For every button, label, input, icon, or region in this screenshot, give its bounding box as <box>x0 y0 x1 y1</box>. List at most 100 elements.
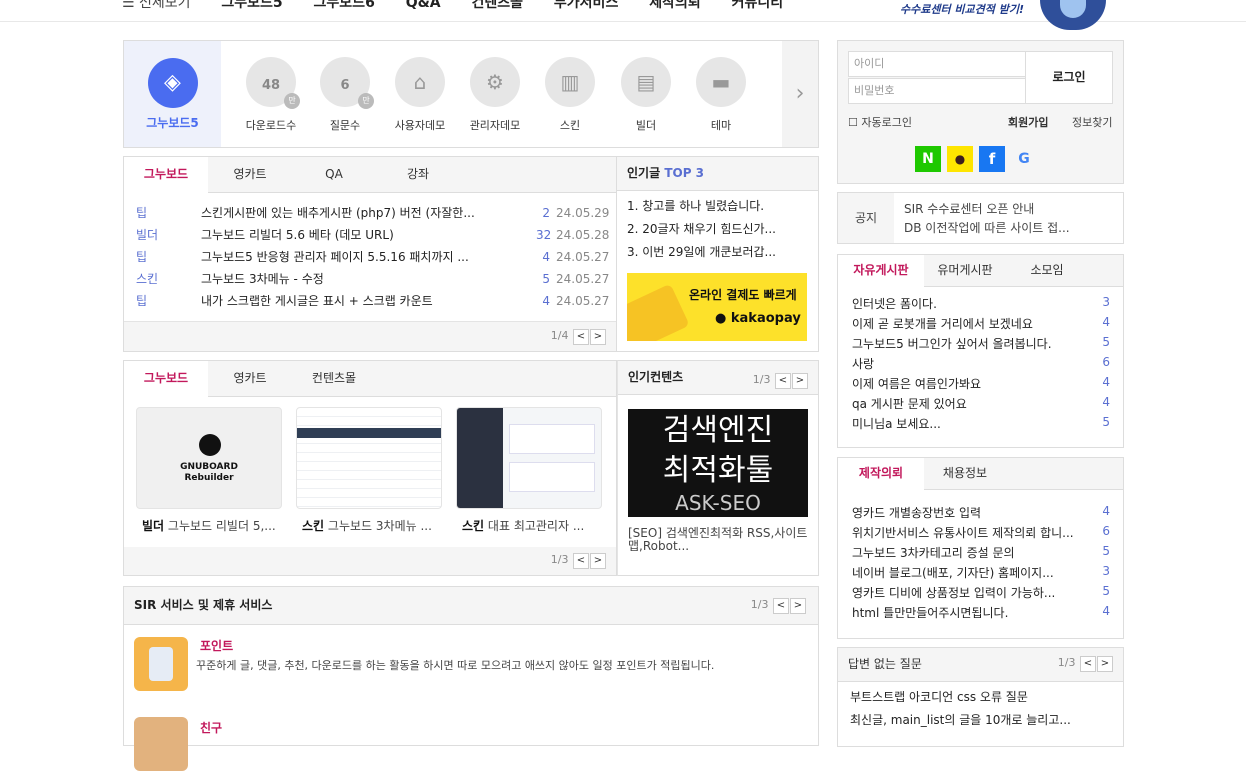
list-count: 5 <box>1102 335 1110 349</box>
nav-item-request[interactable]: 제작의뢰 <box>649 0 701 11</box>
password-input[interactable]: 비밀번호 <box>848 78 1026 104</box>
list-item[interactable]: 미니님a 보세요... <box>852 415 941 432</box>
popular-item[interactable]: 2. 20글자 채우기 힘드신가... <box>627 220 776 237</box>
tab-jobs[interactable]: 채용정보 <box>924 458 1006 490</box>
quick-item-builder[interactable]: ▤ 빌더 <box>613 57 679 133</box>
tab-gnuboard[interactable]: 그누보드 <box>124 361 208 398</box>
pagination: 1/3 < > <box>551 553 606 569</box>
list-item[interactable]: 인터넷은 폼이다. <box>852 295 937 312</box>
prev-page-button[interactable]: < <box>573 553 589 569</box>
list-item[interactable]: 이제 여름은 여름인가봐요 <box>852 375 981 392</box>
next-page-button[interactable]: > <box>792 373 808 389</box>
list-item[interactable]: qa 게시판 문제 있어요 <box>852 395 967 412</box>
next-page-button[interactable]: > <box>590 329 606 345</box>
layers-icon: ◈ <box>147 58 198 108</box>
tab-contents-mall[interactable]: 컨텐츠몰 <box>292 361 376 397</box>
popular-item[interactable]: 3. 이번 29일에 개쿤보러갑... <box>627 243 776 260</box>
gnuboard5-logo[interactable]: ◈ 그누보드5 <box>124 41 221 147</box>
prev-page-button[interactable]: < <box>775 373 791 389</box>
list-item[interactable]: 부트스트랩 아코디언 css 오류 질문 <box>850 688 1028 705</box>
list-item[interactable]: 위치기반서비스 유통사이트 제작의뢰 합니... <box>852 524 1074 541</box>
table-row[interactable]: 팁 스킨게시판에 있는 배추게시판 (php7) 버전 (자잘한... 2 24.05… <box>136 203 609 223</box>
list-item[interactable]: 이제 곧 로봇개를 거리에서 보겠네요 <box>852 315 1033 332</box>
downloads-label: 다운로드수 <box>245 119 297 132</box>
join-link[interactable]: 회원가입 <box>1008 114 1048 130</box>
quick-item-questions[interactable]: 6만 질문수 <box>312 57 378 133</box>
quick-item-theme[interactable]: ▬ 테마 <box>688 57 754 133</box>
chevron-right-icon[interactable]: › <box>782 41 818 147</box>
notice-item[interactable]: DB 이전작업에 따른 사이트 접... <box>904 219 1070 236</box>
popular-header: 인기글 TOP 3 <box>617 157 818 191</box>
quick-item-admin-demo[interactable]: ⚙ 관리자데모 <box>462 57 528 133</box>
tab-qa[interactable]: QA <box>292 157 376 193</box>
notice-item[interactable]: SIR 수수료센터 오픈 안내 <box>904 200 1034 217</box>
gallery-caption[interactable]: 스킨 대표 최고관리자 ... <box>462 517 584 534</box>
nav-item-gnuboard5[interactable]: 그누보드5 <box>221 0 282 11</box>
tab-humor-board[interactable]: 유머게시판 <box>924 255 1006 287</box>
tab-small-group[interactable]: 소모임 <box>1006 255 1088 287</box>
gallery-caption[interactable]: 빌더 그누보드 리빌더 5,... <box>142 517 276 534</box>
popular-item[interactable]: 1. 창고를 하나 빌렸습니다. <box>627 197 764 214</box>
list-item[interactable]: 그누보드 3차카테고리 증설 문의 <box>852 544 1015 561</box>
id-input[interactable]: 아이디 <box>848 51 1026 77</box>
list-item[interactable]: html 틀만만들어주시면됩니다. <box>852 604 1008 621</box>
tab-lecture[interactable]: 강좌 <box>376 157 460 193</box>
seo-image-line1: 검색엔진 <box>662 413 774 448</box>
quick-item-skin[interactable]: ▥ 스킨 <box>537 57 603 133</box>
nav-item-addon-service[interactable]: 부가서비스 <box>554 0 618 11</box>
google-login-icon[interactable]: G <box>1011 146 1037 172</box>
next-page-button[interactable]: > <box>790 598 806 614</box>
seo-caption[interactable]: [SEO] 검색엔진최적화 RSS,사이트맵,Robot... <box>628 527 812 553</box>
kakaopay-banner[interactable]: 온라인 결제도 빠르게 ● kakaopay <box>627 273 807 341</box>
gallery-thumb[interactable] <box>296 407 442 509</box>
tab-youngcart[interactable]: 영카트 <box>208 361 292 397</box>
list-item[interactable]: 영카트 디비에 상품정보 입력이 가능하... <box>852 584 1055 601</box>
list-item[interactable]: 영카드 개별송장번호 입력 <box>852 504 981 521</box>
next-page-button[interactable]: > <box>590 553 606 569</box>
all-menu-button[interactable]: ☰ 전체보기 <box>122 0 191 11</box>
list-item[interactable]: 그누보드5 버그인가 싶어서 올려봅니다. <box>852 335 1052 352</box>
prev-page-button[interactable]: < <box>1080 656 1096 672</box>
find-info-link[interactable]: 정보찾기 <box>1072 114 1112 130</box>
login-button[interactable]: 로그인 <box>1025 51 1113 104</box>
gallery-thumb[interactable]: GNUBOARD Rebuilder <box>136 407 282 509</box>
service-name[interactable]: 친구 <box>200 719 222 736</box>
quick-item-user-demo[interactable]: ⌂ 사용자데모 <box>387 57 453 133</box>
list-item[interactable]: 사랑 <box>852 355 874 372</box>
list-count: 5 <box>1102 544 1110 558</box>
auto-login-checkbox[interactable]: ☐ 자동로그인 <box>848 114 912 130</box>
tab-request[interactable]: 제작의뢰 <box>838 458 924 491</box>
nav-item-contents-mall[interactable]: 컨텐츠몰 <box>472 0 524 11</box>
table-row[interactable]: 스킨 그누보드 3차메뉴 - 수정 5 24.05.27 <box>136 269 609 289</box>
tab-youngcart[interactable]: 영카트 <box>208 157 292 193</box>
tab-gnuboard[interactable]: 그누보드 <box>124 157 208 194</box>
quick-item-downloads[interactable]: 48 만 다운로드수 <box>238 57 304 133</box>
gallery-thumb[interactable] <box>456 407 602 509</box>
gallery-caption[interactable]: 스킨 그누보드 3차메뉴 ... <box>302 517 432 534</box>
list-item[interactable]: 네이버 블로그(배포, 기자단) 홈페이지... <box>852 564 1054 581</box>
table-row[interactable]: 팁 내가 스크랩한 게시글은 표시 + 스크랩 카운트 4 24.05.27 <box>136 291 609 311</box>
service-name[interactable]: 포인트 <box>200 637 233 654</box>
table-row[interactable]: 팁 그누보드5 반응형 관리자 페이지 5.5.16 패치까지 ... 4 24.05… <box>136 247 609 267</box>
nav-item-qa[interactable]: Q&A <box>406 0 441 11</box>
facebook-login-icon[interactable]: f <box>979 146 1005 172</box>
row-count: 5 <box>542 272 550 286</box>
naver-login-icon[interactable]: N <box>915 146 941 172</box>
tab-free-board[interactable]: 자유게시판 <box>838 255 924 288</box>
rebuilder-logo-text: Rebuilder <box>184 473 234 483</box>
unanswered-title: 답변 없는 질문 <box>848 657 922 671</box>
table-row[interactable]: 빌더 그누보드 리빌더 5.6 베타 (데모 URL) 32 24.05.28 <box>136 225 609 245</box>
next-page-button[interactable]: > <box>1097 656 1113 672</box>
promo-text[interactable]: 수수료센터 비교견적 받기! <box>900 1 1024 17</box>
prev-page-button[interactable]: < <box>773 598 789 614</box>
nav-item-gnuboard6[interactable]: 그누보드6 <box>314 0 375 11</box>
nav-item-community[interactable]: 커뮤니티 <box>732 0 784 11</box>
page-indicator: 1/3 <box>550 553 569 566</box>
services-title: SIR 서비스 및 제휴 서비스 <box>134 598 273 612</box>
list-item[interactable]: 최신글, main_list의 글을 10개로 늘리고... <box>850 711 1071 728</box>
seo-image[interactable]: 검색엔진 최적화툴 ASK-SEO <box>628 409 808 517</box>
login-box: 아이디 비밀번호 로그인 ☐ 자동로그인 회원가입 정보찾기 N ● f G <box>837 40 1124 184</box>
kakao-login-icon[interactable]: ● <box>947 146 973 172</box>
prev-page-button[interactable]: < <box>573 329 589 345</box>
pagination: 1/4 < > <box>551 329 606 345</box>
